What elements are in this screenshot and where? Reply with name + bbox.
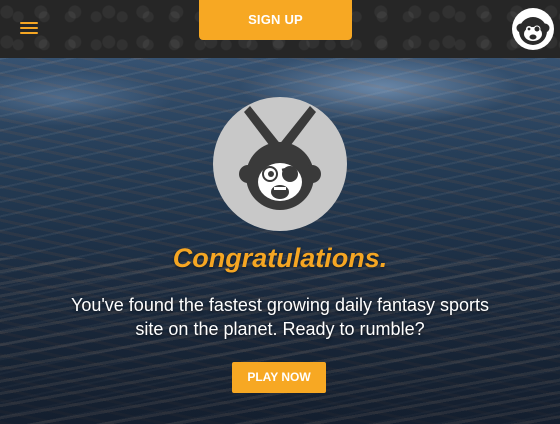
tagline-text: You've found the fastest growing daily f… (70, 295, 490, 339)
monkey-logo-icon[interactable] (511, 7, 555, 51)
congratulations-headline: Congratulations. (172, 243, 388, 273)
sign-up-button[interactable]: SIGN UP (199, 0, 352, 40)
top-header: SIGN UP (0, 0, 560, 58)
play-now-button[interactable]: PLAY NOW (232, 362, 326, 393)
hero-section: Congratulations. You've found the fastes… (0, 58, 560, 424)
hamburger-menu-icon[interactable] (20, 21, 38, 35)
monkey-crossed-swords-emblem-icon (213, 97, 347, 231)
